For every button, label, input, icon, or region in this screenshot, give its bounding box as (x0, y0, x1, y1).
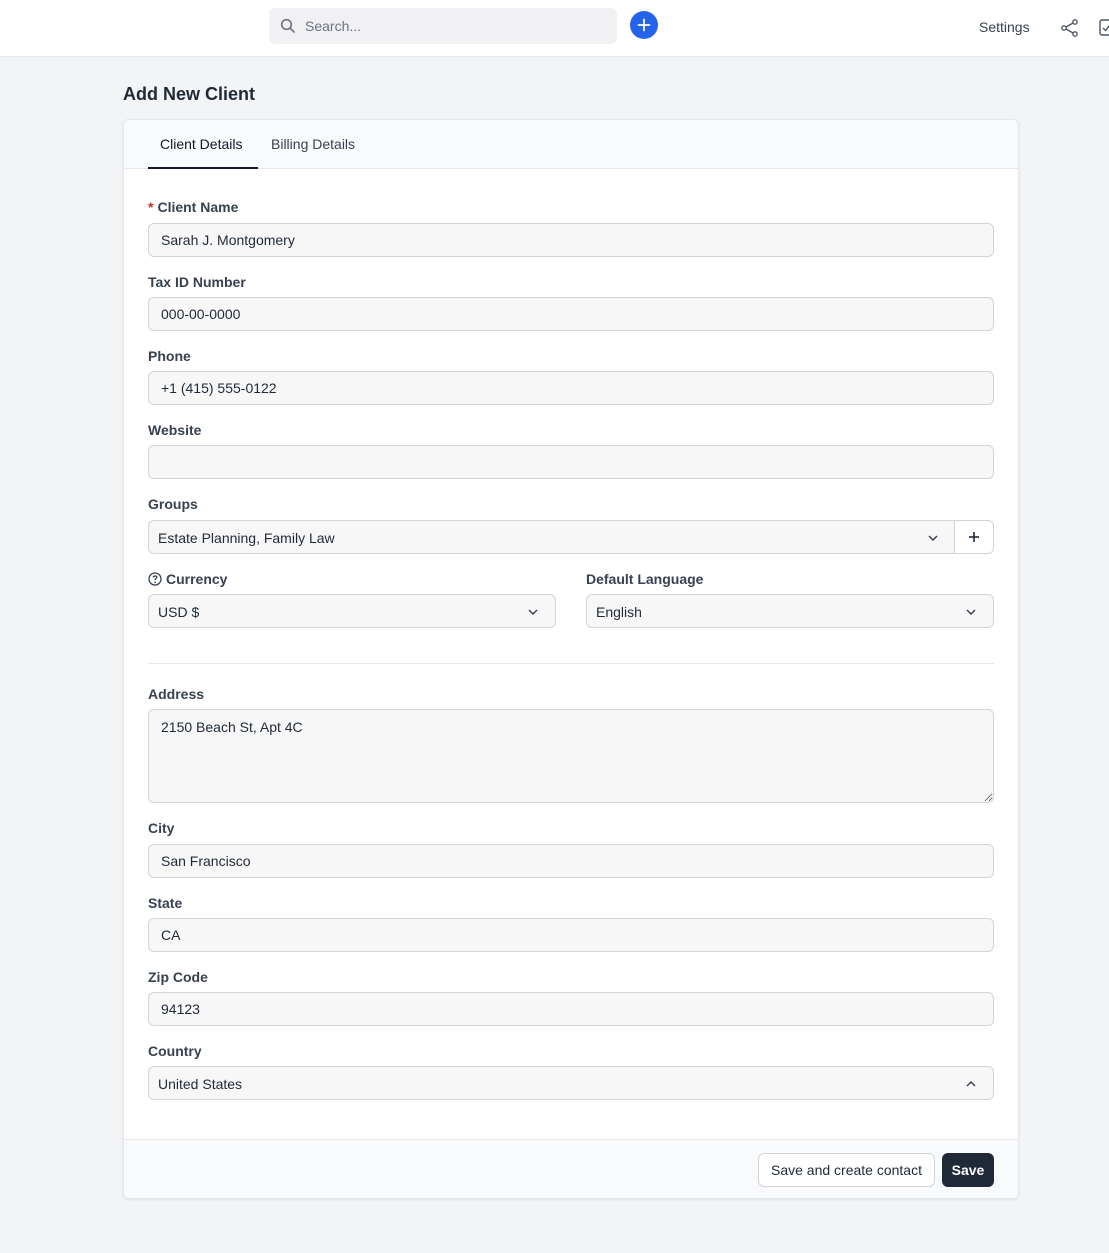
groups-label: Groups (148, 496, 198, 512)
country-label: Country (148, 1043, 202, 1059)
required-marker: * (148, 199, 154, 215)
settings-link[interactable]: Settings (979, 19, 1030, 35)
groups-select[interactable]: Estate Planning, Family Law (148, 520, 956, 554)
plus-icon (637, 18, 651, 32)
tab-billing-details[interactable]: Billing Details (271, 136, 355, 152)
plus-icon (969, 532, 979, 542)
client-form-card: Client Details Billing Details * Client N… (123, 119, 1019, 1199)
top-bar: Settings (0, 0, 1109, 57)
help-circle-icon[interactable] (148, 572, 162, 586)
client-name-label-text: Client Name (157, 199, 239, 215)
page-title: Add New Client (123, 84, 256, 104)
section-divider (148, 663, 994, 664)
client-name-label: * Client Name (148, 199, 238, 215)
tab-bar: Client Details Billing Details (124, 120, 1018, 169)
state-input[interactable] (148, 918, 994, 952)
checkbox-icon[interactable] (1099, 19, 1109, 37)
currency-value: USD $ (158, 604, 200, 620)
tax-id-input[interactable] (148, 297, 994, 331)
currency-select[interactable]: USD $ (148, 594, 556, 628)
tax-id-label: Tax ID Number (148, 274, 246, 290)
save-button[interactable]: Save (942, 1153, 994, 1187)
client-name-input[interactable] (148, 223, 994, 257)
active-tab-indicator (148, 167, 258, 169)
add-group-button[interactable] (954, 520, 994, 554)
chevron-down-icon (528, 609, 538, 616)
phone-input[interactable] (148, 371, 994, 405)
zip-code-label: Zip Code (148, 969, 208, 985)
form-footer: Save and create contact Save (124, 1139, 1018, 1198)
groups-value: Estate Planning, Family Law (158, 530, 335, 546)
search-icon (280, 18, 295, 33)
search-box[interactable] (269, 8, 617, 44)
address-textarea[interactable]: 2150 Beach St, Apt 4C (148, 709, 994, 803)
state-label: State (148, 895, 183, 911)
tab-client-details[interactable]: Client Details (160, 136, 242, 152)
phone-label: Phone (148, 348, 191, 364)
country-value: United States (158, 1076, 243, 1092)
save-and-create-contact-button[interactable]: Save and create contact (758, 1153, 935, 1187)
chevron-down-icon (966, 609, 976, 616)
currency-label-text: Currency (166, 571, 228, 587)
address-label: Address (148, 686, 205, 702)
default-language-label: Default Language (586, 571, 704, 587)
default-language-select[interactable]: English (586, 594, 994, 628)
country-select[interactable]: United States (148, 1066, 994, 1100)
quick-add-button[interactable] (630, 11, 658, 39)
city-input[interactable] (148, 844, 994, 878)
city-label: City (148, 820, 175, 836)
default-language-value: English (596, 604, 642, 620)
currency-label: Currency (148, 571, 227, 587)
chevron-up-icon (966, 1080, 976, 1087)
zip-code-input[interactable] (148, 992, 994, 1026)
share-icon[interactable] (1060, 18, 1080, 38)
chevron-down-icon (928, 535, 938, 542)
website-input[interactable] (148, 445, 994, 479)
website-label: Website (148, 422, 202, 438)
search-input[interactable] (305, 8, 605, 44)
